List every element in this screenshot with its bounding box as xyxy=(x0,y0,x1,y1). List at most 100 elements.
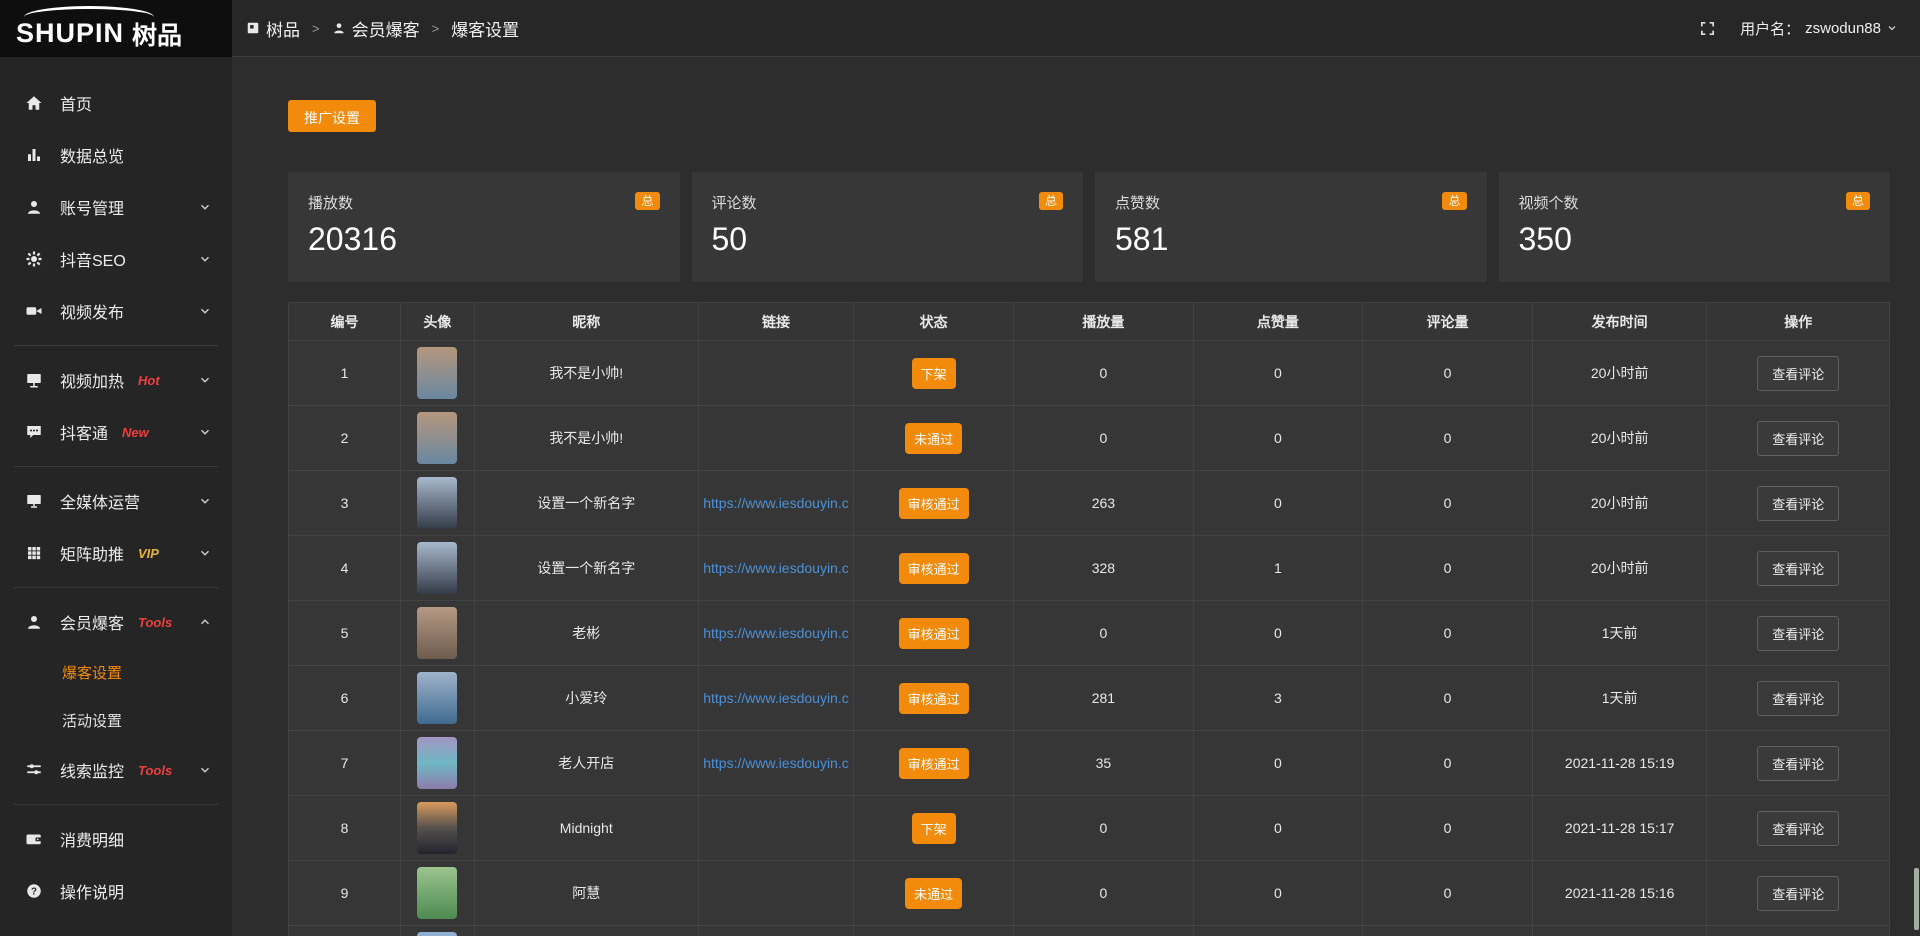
sidebar-item[interactable]: 抖客通 New xyxy=(0,406,232,458)
cell-plays: 281 xyxy=(1014,666,1193,731)
cell-likes xyxy=(1193,926,1363,936)
cell-comments: 0 xyxy=(1363,601,1533,666)
cell-link: https://www.iesdouyin.c xyxy=(698,471,853,536)
stat-label: 视频个数 xyxy=(1519,192,1579,213)
view-comments-button[interactable]: 查看评论 xyxy=(1757,876,1839,911)
view-comments-button[interactable]: 查看评论 xyxy=(1757,551,1839,586)
cell-status: 下架 xyxy=(854,341,1014,406)
breadcrumb-item[interactable]: 树品 xyxy=(246,16,300,41)
breadcrumb-item[interactable]: 会员爆客 xyxy=(332,16,420,41)
cell-link: https://www.iesdouyin.c xyxy=(698,666,853,731)
sidebar-item-label: 操作说明 xyxy=(60,879,124,903)
video-link[interactable]: https://www.iesdouyin.c xyxy=(703,690,849,706)
sidebar-item-badge: New xyxy=(122,425,149,440)
sidebar-item-label: 首页 xyxy=(60,91,92,115)
status-button[interactable]: 审核通过 xyxy=(899,488,969,519)
cell-comments: 0 xyxy=(1363,861,1533,926)
status-button[interactable]: 审核通过 xyxy=(899,553,969,584)
cell-plays: 35 xyxy=(1014,731,1193,796)
view-comments-button[interactable]: 查看评论 xyxy=(1757,356,1839,391)
sidebar-subitem-active[interactable]: 爆客设置 xyxy=(0,648,232,696)
sidebar-subitem-default[interactable]: 活动设置 xyxy=(0,696,232,744)
stat-card: 评论数 总 50 xyxy=(692,172,1084,282)
table-row: 6 小爱玲 https://www.iesdouyin.c 审核通过 281 3… xyxy=(289,666,1890,731)
view-comments-button[interactable]: 查看评论 xyxy=(1757,421,1839,456)
sidebar-item[interactable]: ? 操作说明 xyxy=(0,865,232,917)
view-comments-button[interactable]: 查看评论 xyxy=(1757,811,1839,846)
fullscreen-icon[interactable] xyxy=(1699,20,1716,37)
sidebar-divider xyxy=(14,345,218,346)
view-comments-button[interactable]: 查看评论 xyxy=(1757,746,1839,781)
cell-status: 审核通过 xyxy=(854,536,1014,601)
camera-icon xyxy=(24,302,44,320)
breadcrumb-label: 树品 xyxy=(266,16,300,41)
video-link[interactable]: https://www.iesdouyin.c xyxy=(703,755,849,771)
avatar xyxy=(417,802,457,854)
cell-number: 3 xyxy=(289,471,401,536)
chevron-icon xyxy=(198,425,212,439)
sidebar-item[interactable]: 矩阵助推 VIP xyxy=(0,527,232,579)
chevron-down-icon xyxy=(1886,22,1898,34)
sidebar-item[interactable]: 视频加热 Hot xyxy=(0,354,232,406)
cell-nickname: 我不是小帅! xyxy=(474,406,698,471)
status-button[interactable]: 未通过 xyxy=(905,423,962,454)
cell-number: 8 xyxy=(289,796,401,861)
column-header: 编号 xyxy=(289,303,401,341)
cell-number: 5 xyxy=(289,601,401,666)
sidebar-item[interactable]: 视频发布 xyxy=(0,285,232,337)
cell-number: 4 xyxy=(289,536,401,601)
view-comments-button[interactable]: 查看评论 xyxy=(1757,616,1839,651)
sidebar-item-label: 账号管理 xyxy=(60,195,124,219)
video-link[interactable]: https://www.iesdouyin.c xyxy=(703,560,849,576)
table-row: 4 设置一个新名字 https://www.iesdouyin.c 审核通过 3… xyxy=(289,536,1890,601)
status-button[interactable]: 未通过 xyxy=(905,878,962,909)
sidebar-item[interactable]: 全媒体运营 xyxy=(0,475,232,527)
cell-comments: 0 xyxy=(1363,666,1533,731)
screen-icon xyxy=(24,371,44,389)
username-label: 用户名： xyxy=(1740,18,1800,39)
status-button[interactable]: 下架 xyxy=(912,813,956,844)
cell-number: 1 xyxy=(289,341,401,406)
column-header: 头像 xyxy=(401,303,475,341)
sidebar-divider xyxy=(14,466,218,467)
video-link[interactable]: https://www.iesdouyin.c xyxy=(703,495,849,511)
promo-settings-button[interactable]: 推广设置 xyxy=(288,100,376,132)
cell-status: 审核通过 xyxy=(854,731,1014,796)
user-dropdown[interactable]: 用户名：zswodun88 xyxy=(1740,18,1898,39)
sidebar-item[interactable]: 会员爆客 Tools xyxy=(0,596,232,648)
cell-comments: 0 xyxy=(1363,796,1533,861)
video-link[interactable]: https://www.iesdouyin.c xyxy=(703,625,849,641)
cell-comments xyxy=(1363,926,1533,936)
avatar xyxy=(417,867,457,919)
status-button[interactable]: 下架 xyxy=(912,358,956,389)
breadcrumb-separator: > xyxy=(432,21,440,36)
cell-action: 查看评论 xyxy=(1707,731,1890,796)
view-comments-button[interactable]: 查看评论 xyxy=(1757,486,1839,521)
cell-nickname: 老人开店 xyxy=(474,731,698,796)
cell-comments: 0 xyxy=(1363,536,1533,601)
table-row: 8 Midnight 下架 0 0 0 2021-11-28 15:17 查看评… xyxy=(289,796,1890,861)
sidebar-item[interactable]: 消费明细 xyxy=(0,813,232,865)
avatar xyxy=(417,672,457,724)
table-row: 1 我不是小帅! 下架 0 0 0 20小时前 查看评论 xyxy=(289,341,1890,406)
status-button[interactable]: 审核通过 xyxy=(899,618,969,649)
app-logo: SHUPIN 树品 xyxy=(0,0,232,57)
view-comments-button[interactable]: 查看评论 xyxy=(1757,681,1839,716)
scrollbar-thumb[interactable] xyxy=(1914,868,1919,930)
cell-likes: 0 xyxy=(1193,406,1363,471)
sidebar-item[interactable]: 数据总览 xyxy=(0,129,232,181)
sidebar-item[interactable]: 账号管理 xyxy=(0,181,232,233)
cell-status xyxy=(854,926,1014,936)
sidebar-item[interactable]: 首页 xyxy=(0,77,232,129)
column-header: 昵称 xyxy=(474,303,698,341)
user-icon xyxy=(24,198,44,216)
sidebar-item[interactable]: 线索监控 Tools xyxy=(0,744,232,796)
logo-arc-decoration xyxy=(24,6,154,28)
table-row xyxy=(289,926,1890,936)
cell-nickname: 阿慧 xyxy=(474,861,698,926)
breadcrumb-item[interactable]: 爆客设置 xyxy=(451,16,519,41)
sidebar-item[interactable]: 抖音SEO xyxy=(0,233,232,285)
sidebar-item-label: 矩阵助推 xyxy=(60,541,124,565)
status-button[interactable]: 审核通过 xyxy=(899,748,969,779)
status-button[interactable]: 审核通过 xyxy=(899,683,969,714)
